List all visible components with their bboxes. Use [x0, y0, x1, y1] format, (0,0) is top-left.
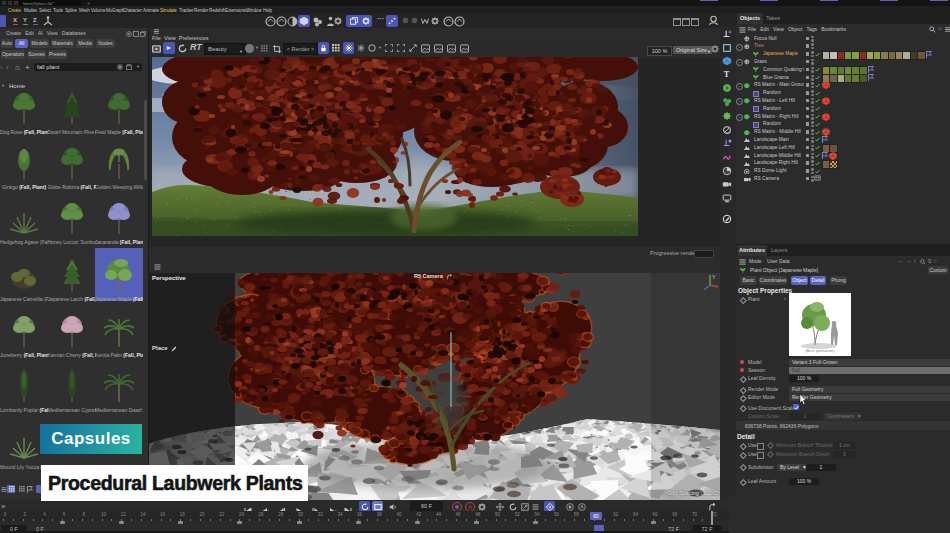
svg-text:Y: Y — [712, 274, 716, 280]
svg-text:(Acer palmatum): (Acer palmatum) — [805, 348, 835, 353]
svg-text:T: T — [724, 70, 730, 79]
